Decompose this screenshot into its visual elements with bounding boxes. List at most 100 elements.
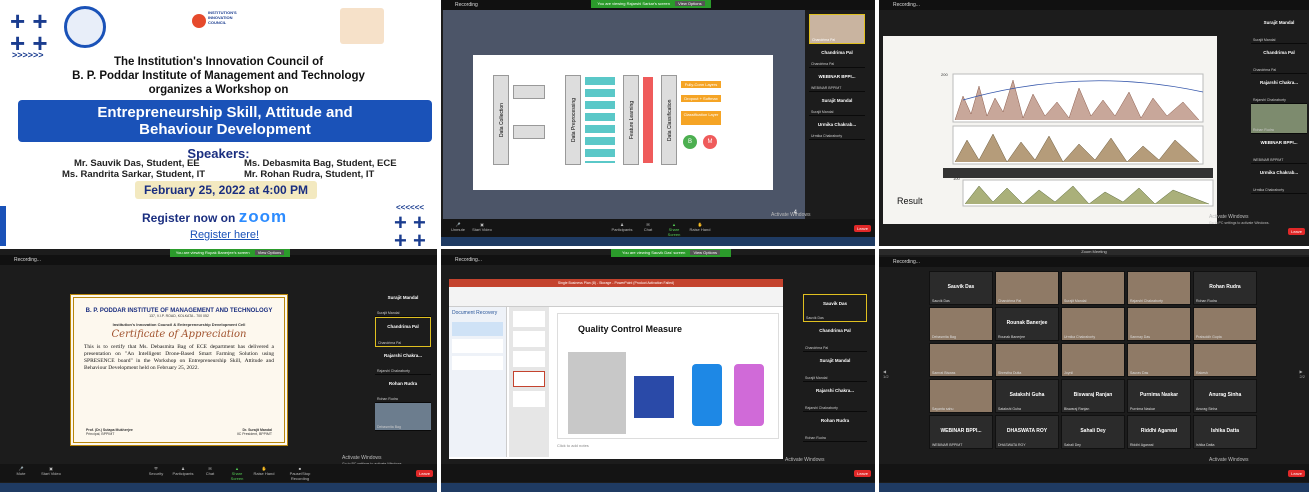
diagram-class-box: Classification Layer bbox=[681, 111, 721, 125]
slide-title: Quality Control Measure bbox=[578, 324, 683, 334]
security-button[interactable]: ⛨ Security bbox=[145, 466, 167, 476]
zoom-screen-share-result: Recording... 200 100 Result Surajit Mand… bbox=[879, 0, 1309, 246]
plus-decoration-bottom-icon: + + + + bbox=[394, 210, 426, 247]
view-options-button[interactable]: View Options bbox=[690, 250, 720, 255]
diagram-preprocessing-steps bbox=[585, 77, 615, 163]
cert-cell: Institution's Innovation Council & Entre… bbox=[112, 322, 246, 327]
slide-thumb-active[interactable] bbox=[513, 371, 545, 387]
diagram-data-classification: Data Classification bbox=[661, 75, 677, 165]
partner-logo bbox=[340, 8, 384, 44]
gallery-tile: Saurav Das bbox=[1127, 343, 1191, 377]
gallery-tile: Samrat Biswas bbox=[929, 343, 993, 377]
banner-line2: Behaviour Development bbox=[139, 121, 311, 138]
shared-screen: Data Collection Data Preprocessing Featu… bbox=[443, 10, 805, 222]
leave-button[interactable]: Leave bbox=[1288, 470, 1305, 477]
gallery-tile: Sauvik Das Sauvik Das bbox=[929, 271, 993, 305]
start-video-button[interactable]: ▣ Start Video bbox=[471, 222, 493, 232]
gallery-tile: Anurag Sinha Anurag Sinha bbox=[1193, 379, 1257, 413]
rack-photo bbox=[568, 352, 626, 434]
slide-thumb[interactable] bbox=[513, 311, 545, 327]
slide-thumb[interactable] bbox=[513, 331, 545, 347]
gallery-tile: Satakshi Guha Satakshi Guha bbox=[995, 379, 1059, 413]
slide-canvas: Quality Control Measure bbox=[557, 313, 779, 439]
gallery-tile: Sayanta sahu bbox=[929, 379, 993, 413]
notes-placeholder[interactable]: Click to add notes bbox=[557, 443, 589, 448]
participants-button[interactable]: ♟ Participants bbox=[172, 466, 194, 476]
participant-tile: WEBINAR BPPI... WEBINAR BPPIMT bbox=[809, 68, 865, 92]
leave-button[interactable]: Leave bbox=[854, 470, 871, 477]
diagram-slide: Data Collection Data Preprocessing Featu… bbox=[473, 55, 773, 190]
recovery-item[interactable] bbox=[452, 322, 503, 336]
poster-corner-accent bbox=[0, 206, 6, 246]
diagram-feature-layer bbox=[643, 77, 653, 163]
diagram-fc-box: Fully-Conn Layers bbox=[681, 81, 721, 88]
participant-tile: Chandrima Pal Chandrima Pal bbox=[803, 322, 867, 352]
unmute-button[interactable]: 🎤 Unmute bbox=[447, 222, 469, 232]
zoom-toolbar: 🎤 Unmute ▣ Start Video ♟ Participants ✉ Chat… bbox=[441, 219, 875, 237]
share-banner: You are viewing Rupak Banerjee's screen … bbox=[170, 249, 290, 257]
gallery-tile: Sanmay Das bbox=[1127, 307, 1191, 341]
participant-sidebar: Surajit Mandal Surajit Mandal Chandrima P… bbox=[1251, 14, 1307, 224]
start-video-button[interactable]: ▣ Start Video bbox=[40, 466, 62, 476]
share-screen-button[interactable]: ▲ Share Screen bbox=[226, 466, 248, 481]
participant-tile: Rohan Rudra Rohan Rudra bbox=[803, 412, 867, 442]
recording-control-button[interactable]: ■ Pause/Stop Recording bbox=[282, 466, 318, 481]
gallery-tile: Chandrima Pal bbox=[995, 271, 1059, 305]
participant-sidebar: Sauvik Das Sauvik Das Chandrima Pal Chandr… bbox=[803, 294, 867, 442]
page-next-button[interactable]: ▶ 2/2 bbox=[1299, 369, 1305, 379]
raise-hand-button[interactable]: ✋ Raise Hand bbox=[689, 222, 711, 232]
gallery-tile: DHASWATA ROY DHASWATA ROY bbox=[995, 415, 1059, 449]
gallery-tile: Urmika Chakraborty bbox=[1061, 307, 1125, 341]
gallery-tile: Rajarshi Chakraborty bbox=[1127, 271, 1191, 305]
diagram-feature-learning: Feature Learning bbox=[623, 75, 639, 165]
zoom-top-bar: Recording... bbox=[879, 257, 1309, 267]
windows-taskbar bbox=[879, 483, 1309, 492]
view-options-button[interactable]: View Options bbox=[675, 1, 705, 6]
gallery-tile: Purnima Naskar Purnima Naskar bbox=[1127, 379, 1191, 413]
mute-button[interactable]: 🎤 Mute bbox=[10, 466, 32, 476]
leave-button[interactable]: Leave bbox=[1288, 228, 1305, 235]
recovery-item[interactable] bbox=[452, 339, 503, 353]
cert-body: This is to certify that Ms. Debasmita Ba… bbox=[84, 344, 274, 371]
gallery-tile: Rakesh bbox=[1193, 343, 1257, 377]
ppt-ribbon bbox=[449, 287, 783, 307]
gallery-tile: Surajit Mandal bbox=[1061, 271, 1125, 305]
slide-thumb[interactable] bbox=[513, 391, 545, 407]
iic-logo-mark-icon bbox=[192, 14, 206, 28]
gallery-tile: Rohan Rudra Rohan Rudra bbox=[1193, 271, 1257, 305]
battery-pack-photo bbox=[634, 376, 674, 418]
participant-tile: Surajit Mandal Surajit Mandal bbox=[1251, 14, 1307, 44]
participants-button[interactable]: ♟ Participants bbox=[611, 222, 633, 232]
share-screen-button[interactable]: ▲ Share Screen bbox=[663, 222, 685, 237]
chat-button[interactable]: ✉ Chat bbox=[637, 222, 659, 232]
slide-thumb[interactable] bbox=[513, 351, 545, 367]
activate-windows-watermark: Activate WindowsGo to PC settings to act… bbox=[1209, 214, 1270, 225]
leave-button[interactable]: Leave bbox=[854, 225, 871, 232]
chat-button[interactable]: ✉ Chat bbox=[199, 466, 221, 476]
participant-sidebar: Surajit Mandal Surajit Mandal Chandrima P… bbox=[375, 289, 431, 431]
raise-hand-button[interactable]: ✋ Raise Hand bbox=[253, 466, 275, 476]
speaker-4: Mr. Rohan Rudra, Student, IT bbox=[244, 169, 375, 180]
zoom-screen-share-certificate: Recording... You are viewing Rupak Baner… bbox=[0, 249, 437, 492]
participant-sidebar: Chandrima Pal Chandrima Pal Chandrima Pal… bbox=[809, 14, 865, 222]
diagram-data-collection: Data Collection bbox=[493, 75, 509, 165]
share-banner: You are viewing Rajarshi Sarkar's screen… bbox=[591, 0, 711, 8]
result-plots bbox=[943, 73, 1214, 207]
participant-tile: Surajit Mandal Surajit Mandal bbox=[809, 92, 865, 116]
view-options-button[interactable]: View Options bbox=[254, 250, 285, 255]
recovery-item[interactable] bbox=[452, 356, 503, 370]
leave-button[interactable]: Leave bbox=[416, 470, 433, 477]
certificate: B. P. PODDAR INSTITUTE OF MANAGEMENT AND… bbox=[70, 294, 288, 446]
zoom-toolbar: 🎤 Mute ▣ Start Video ⛨ Security ♟ Participan… bbox=[0, 464, 437, 482]
zoom-toolbar: Leave bbox=[879, 464, 1309, 482]
page-prev-button[interactable]: ◀ 1/2 bbox=[883, 369, 889, 379]
poster-title-line1: The Institution's Innovation Council of bbox=[113, 56, 324, 68]
diagram-preprocess-box bbox=[513, 125, 545, 139]
iic-logo: INSTITUTION'S INNOVATION COUNCIL bbox=[190, 10, 246, 44]
register-link[interactable]: Register here! bbox=[190, 229, 259, 241]
recording-label: Recording... bbox=[455, 257, 482, 263]
document-recovery-pane: Document Recovery bbox=[449, 307, 507, 457]
participant-tile: Rohan Rudra Rohan Rudra bbox=[375, 375, 431, 403]
speaker-1: Mr. Sauvik Das, Student, EE bbox=[74, 158, 200, 169]
gallery-tile: Ishika Datta Ishika Datta bbox=[1193, 415, 1257, 449]
